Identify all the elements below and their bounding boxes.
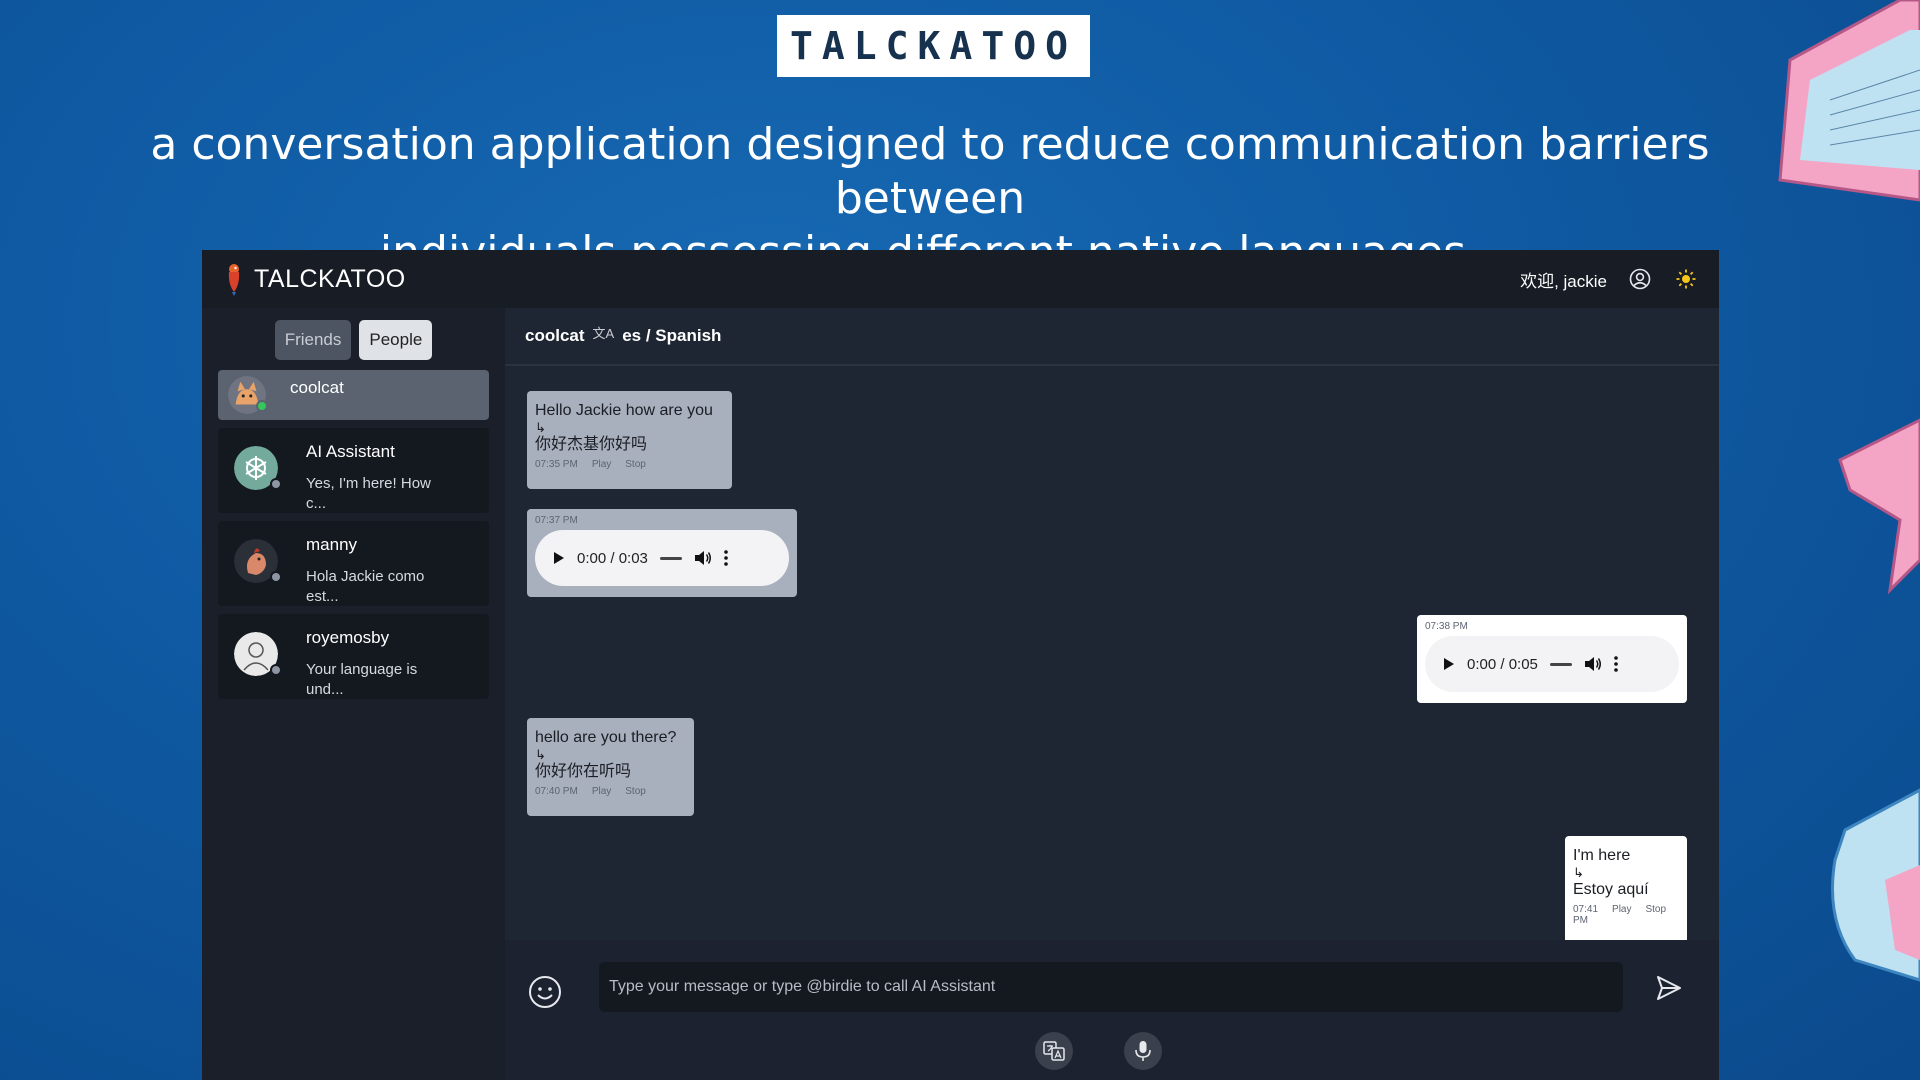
tab-people[interactable]: People [359,320,433,360]
translate-icon [1043,1041,1065,1061]
parrot-logo-icon [228,264,240,296]
microphone-icon [1135,1041,1151,1061]
contact-royemosby[interactable]: royemosby Your language is und... [218,614,489,699]
tagline-line-1: a conversation application designed to r… [150,119,1710,224]
message-text: hello are you there? [535,729,677,746]
contact-name: coolcat [290,378,344,397]
audio-player[interactable]: 0:00 / 0:05 [1425,636,1679,692]
play-button[interactable]: Play [592,786,611,797]
message-bubble: hello are you there? ↳ 你好你在听吗 07:40 PM P… [527,718,694,816]
message-time: 07:37 PM [535,515,578,526]
message-time-suffix: PM [1573,915,1588,926]
message-text: Hello Jackie how are you [535,402,713,419]
message-meta: 07:40 PM Play Stop [535,786,686,797]
contact-preview: Yes, I'm here! How c... [306,475,431,512]
translate-toggle-button[interactable] [1035,1032,1073,1070]
contact-preview: Your language is und... [306,661,418,698]
send-icon[interactable] [1655,974,1683,1002]
stop-button[interactable]: Stop [625,786,646,797]
more-options-icon[interactable] [724,550,728,566]
contact-preview: Hola Jackie como est... [306,568,425,605]
app-window: TALCKATOO 欢迎, jackie Friends People cool… [202,250,1719,1080]
offline-status-dot [270,664,282,676]
contact-name: royemosby [306,628,390,647]
volume-icon[interactable] [694,550,712,566]
sidebar-tabs: Friends People [202,308,505,370]
message-composer [505,940,1719,1080]
emoji-icon[interactable] [527,974,563,1010]
volume-icon[interactable] [1584,656,1602,672]
message-input[interactable] [599,962,1623,1012]
message-meta: 07:41 Play Stop [1573,904,1679,915]
contact-coolcat[interactable]: coolcat [218,370,489,420]
audio-time: 0:00 / 0:03 [577,549,648,567]
message-list: Hello Jackie how are you ↳ 你好杰基你好吗 07:35… [505,366,1719,940]
promo-logo: TALCKATOO [777,15,1090,77]
cursor-arrow-illustration [1838,418,1920,595]
message-meta: 07:35 PM Play Stop [535,459,724,470]
play-icon[interactable] [553,551,565,565]
audio-message-bubble: 07:37 PM 0:00 / 0:03 [527,509,797,597]
sun-icon[interactable] [1673,266,1699,292]
contact-name: manny [306,535,358,554]
contact-manny[interactable]: manny Hola Jackie como est... [218,521,489,606]
stop-button[interactable]: Stop [625,459,646,470]
audio-progress-bar[interactable] [1549,662,1572,666]
message-text: I'm here [1573,847,1631,864]
tab-friends[interactable]: Friends [274,320,352,360]
app-topbar: TALCKATOO 欢迎, jackie [202,250,1719,308]
welcome-text: 欢迎, jackie [1520,271,1607,291]
translate-icon: 文A [592,325,615,341]
play-button[interactable]: Play [1612,904,1631,915]
stop-button[interactable]: Stop [1645,904,1666,915]
topbar-right: 欢迎, jackie [1520,266,1699,292]
offline-status-dot [270,571,282,583]
play-icon[interactable] [1443,657,1455,671]
offline-status-dot [270,478,282,490]
message-bubble: Hello Jackie how are you ↳ 你好杰基你好吗 07:35… [527,391,732,489]
brand-name: TALCKATOO [254,264,406,293]
message-time: 07:40 PM [535,786,578,797]
translation-arrow: ↳ [1573,865,1584,880]
translation-arrow: ↳ [535,420,546,435]
audio-progress-bar[interactable] [659,556,682,560]
contacts-sidebar: Friends People coolcat AI Assistant Yes,… [202,308,505,1080]
brand[interactable]: TALCKATOO [222,262,406,296]
contact-ai-assistant[interactable]: AI Assistant Yes, I'm here! How c... [218,428,489,513]
message-translation: 你好你在听吗 [535,763,632,780]
chat-header: coolcat 文A es / Spanish [505,308,1719,366]
shield-illustration [1831,788,1920,982]
audio-message-bubble: 07:38 PM 0:00 / 0:05 [1417,615,1687,703]
message-translation: Estoy aquí [1573,881,1649,898]
audio-player[interactable]: 0:00 / 0:03 [535,530,789,586]
message-translation: 你好杰基你好吗 [535,436,648,453]
message-time: 07:35 PM [535,459,578,470]
online-status-dot [256,400,268,412]
user-circle-icon[interactable] [1627,266,1653,292]
translation-arrow: ↳ [535,747,546,762]
play-button[interactable]: Play [592,459,611,470]
chat-contact-name: coolcat [525,326,585,345]
message-time: 07:38 PM [1425,621,1468,632]
more-options-icon[interactable] [1614,656,1618,672]
contact-name: AI Assistant [306,442,395,461]
voice-record-button[interactable] [1124,1032,1162,1070]
audio-time: 0:00 / 0:05 [1467,655,1538,673]
chat-language: es / Spanish [622,326,722,345]
message-bubble: I'm here ↳ Estoy aquí 07:41 Play Stop PM [1565,836,1687,940]
message-time: 07:41 [1573,904,1599,915]
